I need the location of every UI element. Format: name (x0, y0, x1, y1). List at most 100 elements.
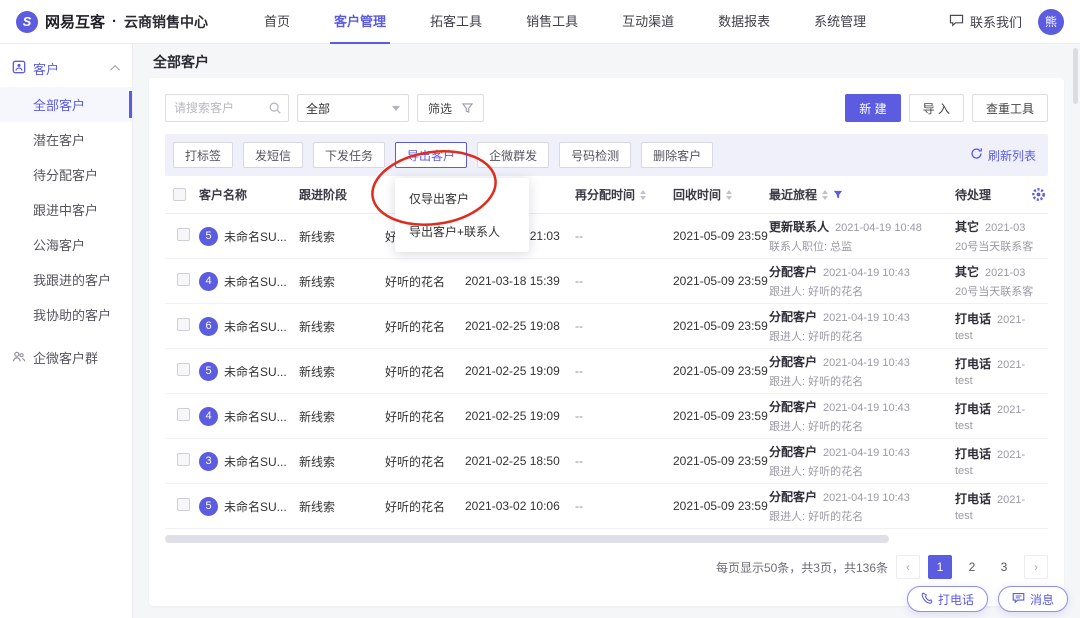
pending-title: 其它 (955, 263, 979, 280)
nav-item[interactable]: 系统管理 (792, 0, 888, 44)
horizontal-scrollbar-thumb[interactable] (165, 535, 889, 543)
nav-item[interactable]: 拓客工具 (408, 0, 504, 44)
sidebar-item-wecom-groups[interactable]: 企微客户群 (0, 338, 132, 377)
customer-name-link[interactable]: 未命名SU... (224, 363, 287, 380)
funnel-icon (462, 103, 473, 114)
pending-subtext: 20号当天联系客 (955, 238, 1048, 254)
row-checkbox[interactable] (177, 273, 190, 286)
redistributed-cell: -- (575, 499, 673, 513)
customer-name-link[interactable]: 未命名SU... (224, 228, 287, 245)
column-settings-icon[interactable] (1031, 187, 1046, 205)
pending-cell: 打电话2021- test (955, 400, 1048, 432)
message-button[interactable]: 消息 (998, 586, 1068, 612)
journey-subtext: 跟进人: 好听的花名 (769, 328, 949, 344)
refresh-label: 刷新列表 (988, 147, 1036, 164)
avatar[interactable]: 熊 (1038, 9, 1064, 35)
search-icon[interactable] (268, 101, 282, 118)
stage-cell: 新线索 (299, 498, 385, 515)
customer-name-link[interactable]: 未命名SU... (224, 498, 287, 515)
filter-button[interactable]: 筛选 (417, 94, 484, 122)
import-button[interactable]: 导 入 (909, 94, 964, 122)
pending-subtext: 20号当天联系客 (955, 283, 1048, 299)
pending-cell: 打电话2021- test (955, 445, 1048, 477)
journey-subtext: 跟进人: 好听的花名 (769, 418, 949, 434)
page-title: 全部客户 (133, 44, 1080, 80)
sidebar-item[interactable]: 全部客户 (0, 87, 132, 122)
col-stage: 跟进阶段 (299, 186, 385, 203)
export-menu-item[interactable]: 仅导出客户 (395, 182, 529, 215)
row-checkbox[interactable] (177, 228, 190, 241)
page-button[interactable]: 2 (960, 555, 984, 579)
col-redistributed[interactable]: 再分配时间 (575, 186, 673, 203)
dedupe-tool-button[interactable]: 查重工具 (972, 94, 1048, 122)
journey-time: 2021-04-19 10:43 (823, 447, 910, 459)
vertical-scrollbar-thumb[interactable] (1073, 48, 1078, 104)
batch-action-button[interactable]: 导出客户 (395, 142, 467, 168)
created-cell: 2021-02-25 19:09 (465, 409, 575, 423)
col-recycled[interactable]: 回收时间 (673, 186, 769, 203)
customer-name-link[interactable]: 未命名SU... (224, 318, 287, 335)
nav-item[interactable]: 客户管理 (312, 0, 408, 44)
next-page-button[interactable]: › (1024, 555, 1048, 579)
journey-cell: 分配客户2021-04-19 10:43 跟进人: 好听的花名 (769, 308, 955, 344)
row-checkbox[interactable] (177, 363, 190, 376)
contact-cell: 好听的花名 (385, 408, 465, 425)
brand-logo-icon: S (16, 11, 38, 33)
batch-action-button[interactable]: 号码检测 (559, 142, 631, 168)
contact-us-button[interactable]: 联系我们 (949, 12, 1022, 31)
create-button[interactable]: 新 建 (845, 94, 900, 122)
sidebar-item[interactable]: 我协助的客户 (0, 297, 132, 332)
row-checkbox[interactable] (177, 498, 190, 511)
sidebar-item[interactable]: 我跟进的客户 (0, 262, 132, 297)
customer-name-link[interactable]: 未命名SU... (224, 453, 287, 470)
created-cell: 2021-03-02 10:06 (465, 499, 575, 513)
sidebar-item[interactable]: 潜在客户 (0, 122, 132, 157)
recycled-cell: 2021-05-09 23:59 (673, 364, 769, 378)
recycled-cell: 2021-05-09 23:59 (673, 499, 769, 513)
sidebar-item[interactable]: 待分配客户 (0, 157, 132, 192)
sidebar-section-customers[interactable]: 客户 (0, 50, 132, 87)
export-dropdown-menu: 仅导出客户导出客户+联系人 (395, 178, 529, 252)
customer-name-link[interactable]: 未命名SU... (224, 273, 287, 290)
pending-time: 2021- (997, 404, 1025, 416)
pending-cell: 打电话2021- test (955, 490, 1048, 522)
recycled-cell: 2021-05-09 23:59 (673, 409, 769, 423)
batch-action-button[interactable]: 删除客户 (641, 142, 713, 168)
redistributed-cell: -- (575, 409, 673, 423)
sidebar-item[interactable]: 跟进中客户 (0, 192, 132, 227)
pending-subtext: test (955, 465, 1048, 477)
batch-action-button[interactable]: 发短信 (243, 142, 303, 168)
batch-action-button[interactable]: 打标签 (173, 142, 233, 168)
select-all-checkbox[interactable] (173, 188, 186, 201)
page-button[interactable]: 1 (928, 555, 952, 579)
row-checkbox[interactable] (177, 318, 190, 331)
row-checkbox[interactable] (177, 453, 190, 466)
refresh-list-button[interactable]: 刷新列表 (970, 147, 1040, 164)
nav-item[interactable]: 销售工具 (504, 0, 600, 44)
collapse-chevron-icon[interactable] (110, 65, 120, 75)
journey-filter-icon[interactable] (833, 190, 843, 200)
nav-item[interactable]: 首页 (242, 0, 312, 44)
chat-bubble-icon (949, 14, 964, 30)
nav-item[interactable]: 数据报表 (696, 0, 792, 44)
row-checkbox[interactable] (177, 408, 190, 421)
created-cell: 2021-03-18 15:39 (465, 274, 575, 288)
group-people-icon (12, 350, 26, 366)
batch-action-button[interactable]: 下发任务 (313, 142, 385, 168)
pending-time: 2021- (997, 359, 1025, 371)
stage-cell: 新线索 (299, 228, 385, 245)
pending-subtext: test (955, 375, 1048, 387)
scope-select[interactable]: 全部 (297, 94, 409, 122)
customer-name-link[interactable]: 未命名SU... (224, 408, 287, 425)
contact-count-badge: 5 (199, 362, 218, 381)
sidebar-item[interactable]: 公海客户 (0, 227, 132, 262)
export-menu-item[interactable]: 导出客户+联系人 (395, 215, 529, 248)
nav-item[interactable]: 互动渠道 (600, 0, 696, 44)
call-button[interactable]: 打电话 (907, 586, 988, 612)
pending-cell: 打电话2021- test (955, 310, 1048, 342)
prev-page-button[interactable]: ‹ (896, 555, 920, 579)
batch-action-button[interactable]: 企微群发 (477, 142, 549, 168)
page-button[interactable]: 3 (992, 555, 1016, 579)
main-area: 全部客户 全部 筛选 新 建 导 入 查 (133, 44, 1080, 618)
col-journey[interactable]: 最近旅程 (769, 186, 955, 203)
